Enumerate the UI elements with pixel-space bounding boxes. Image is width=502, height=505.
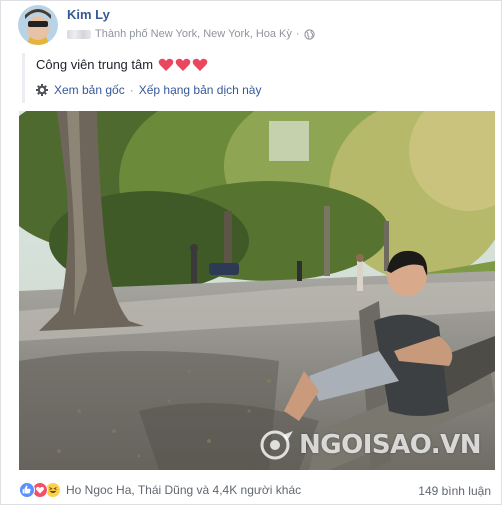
- heart-icon: [175, 58, 191, 71]
- watermark-text: NGOISAO.VN: [299, 430, 482, 460]
- see-original-link[interactable]: Xem bản gốc: [54, 83, 125, 97]
- heart-icon: [192, 58, 208, 71]
- post-card: Kim Ly Thành phố New York, New York, Hoa…: [0, 0, 502, 505]
- rate-translation-link[interactable]: Xếp hạng bản dịch này: [139, 83, 262, 97]
- post-footer: Ho Ngoc Ha, Thái Dũng và 4,4K người khác…: [1, 473, 501, 505]
- reaction-summary[interactable]: Ho Ngoc Ha, Thái Dũng và 4,4K người khác: [19, 482, 301, 498]
- like-icon: [19, 482, 35, 498]
- translation-row: Xem bản gốc · Xếp hạng bản dịch này: [36, 83, 261, 97]
- post-caption: Công viên trung tâm Xem bản gốc · Xếp hạ…: [22, 53, 492, 103]
- gear-icon[interactable]: [36, 84, 48, 96]
- reaction-names[interactable]: Ho Ngoc Ha, Thái Dũng và 4,4K người khác: [66, 483, 301, 497]
- watermark-logo-icon: [260, 430, 293, 460]
- post-photo[interactable]: NGOISAO.VN: [19, 111, 495, 470]
- author-avatar[interactable]: [18, 5, 58, 45]
- globe-icon[interactable]: [303, 28, 315, 40]
- meta-separator: ·: [295, 28, 300, 40]
- heart-icon: [158, 58, 174, 71]
- caption-hearts: [158, 58, 208, 72]
- post-location[interactable]: Thành phố New York, New York, Hoa Kỳ: [95, 28, 292, 40]
- caption-text: Công viên trung tâm: [36, 57, 154, 72]
- blurred-timestamp: [67, 29, 91, 39]
- comments-count[interactable]: 149 bình luận: [418, 484, 491, 498]
- caption-line: Công viên trung tâm: [36, 57, 208, 72]
- author-name[interactable]: Kim Ly: [67, 7, 110, 22]
- translation-separator: ·: [129, 83, 134, 97]
- park-photo: [19, 111, 495, 470]
- post-meta: Thành phố New York, New York, Hoa Kỳ ·: [67, 28, 315, 40]
- watermark: NGOISAO.VN: [259, 429, 482, 461]
- avatar-image: [18, 5, 58, 45]
